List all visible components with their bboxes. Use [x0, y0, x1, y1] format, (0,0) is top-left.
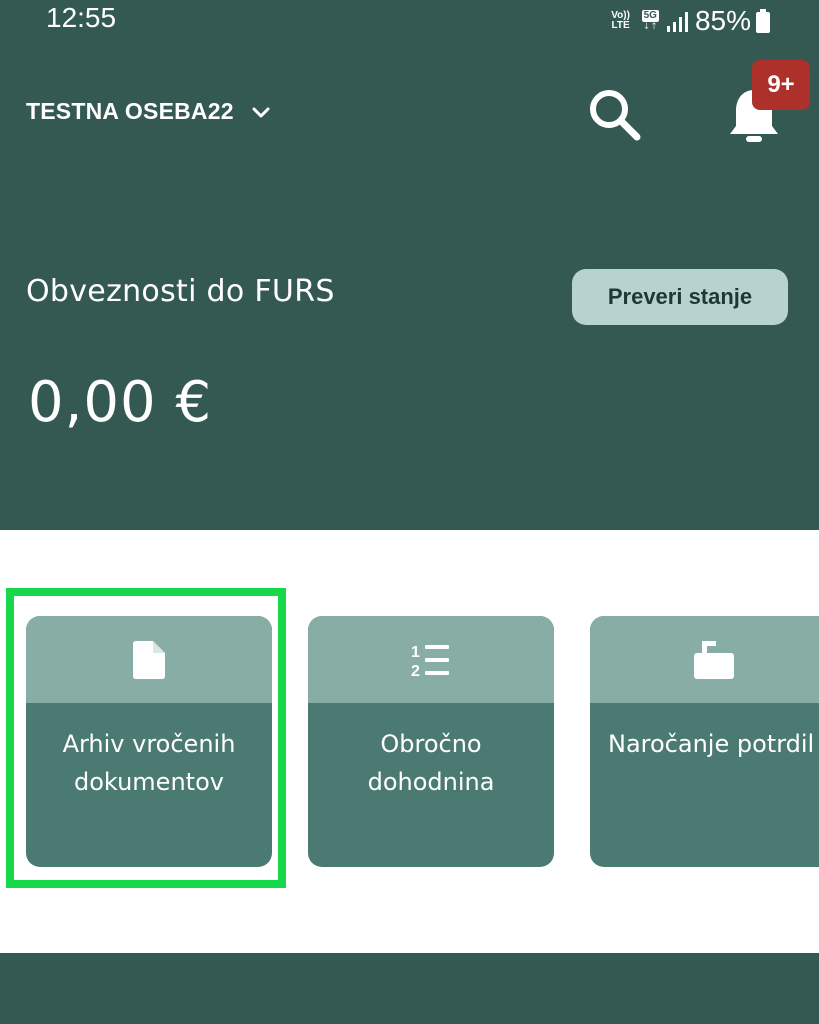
- battery-level: 85%: [694, 5, 751, 36]
- numbered-list-icon: 1 2: [411, 644, 449, 678]
- volte-indicator: Vo)) LTE: [611, 10, 630, 31]
- svg-text:2: 2: [411, 663, 420, 678]
- search-icon: [590, 90, 641, 141]
- account-name: TESTNA OSEBA22: [26, 98, 234, 124]
- app-header: 12:55 Vo)) LTE 5G ↓↑ 85% TESTNA OSEBA22: [0, 0, 819, 530]
- signal-icon: [666, 12, 688, 32]
- status-indicators: Vo)) LTE 5G ↓↑ 85%: [608, 5, 771, 36]
- tile-installment-income-tax[interactable]: 1 2 Obročno dohodnina: [308, 616, 554, 867]
- check-balance-button[interactable]: Preveri stanje: [572, 269, 788, 325]
- document-icon: [133, 640, 165, 679]
- tile-document-archive[interactable]: Arhiv vročenih dokumentov: [26, 616, 272, 867]
- tile-label: Arhiv vročenih dokumentov: [62, 730, 236, 796]
- tile-label: Naročanje potrdil: [608, 730, 815, 758]
- search-button[interactable]: [586, 86, 644, 144]
- network-5g-indicator: 5G ↓↑: [641, 10, 659, 32]
- account-selector[interactable]: TESTNA OSEBA22: [26, 98, 270, 125]
- tile-icon-area: [26, 616, 272, 703]
- svg-text:1: 1: [411, 644, 420, 661]
- obligations-label: Obveznosti do FURS: [26, 274, 335, 309]
- bottom-navigation-bar: [0, 953, 819, 1024]
- tile-icon-area: [590, 616, 819, 703]
- tile-certificate-ordering[interactable]: Naročanje potrdil: [590, 616, 819, 867]
- battery-icon: [756, 9, 770, 33]
- status-time: 12:55: [46, 2, 117, 33]
- notification-badge: 9+: [752, 60, 810, 110]
- tile-label: Obročno dohodnina: [367, 730, 495, 796]
- obligations-amount: 0,00 €: [28, 370, 213, 435]
- tile-icon-area: 1 2: [308, 616, 554, 703]
- chevron-down-icon: [252, 107, 270, 117]
- mailbox-icon: [694, 640, 734, 679]
